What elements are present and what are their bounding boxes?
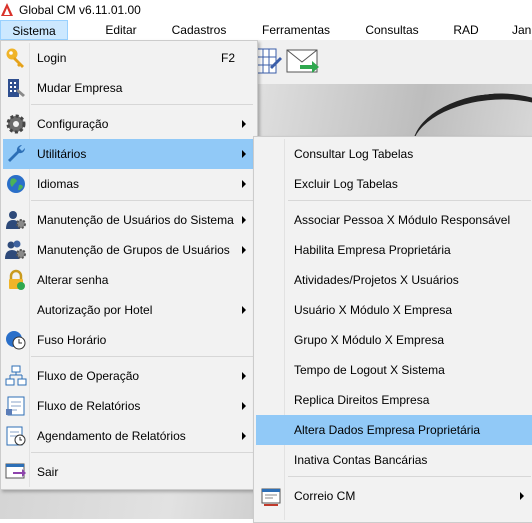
submenu-item-usuario-modulo-empresa[interactable]: Usuário X Módulo X Empresa xyxy=(256,295,532,325)
menu-bar: Sistema Editar Cadastros Ferramentas Con… xyxy=(0,20,532,40)
menu-item-label: Replica Direitos Empresa xyxy=(294,393,430,407)
users-gear-icon xyxy=(5,240,26,259)
utilitarios-submenu: Consultar Log Tabelas Excluir Log Tabela… xyxy=(253,136,532,523)
menu-item-label: Idiomas xyxy=(37,177,80,191)
menu-sistema[interactable]: Sistema xyxy=(0,20,68,40)
exit-icon xyxy=(5,463,26,479)
menu-consultas[interactable]: Consultas xyxy=(356,20,428,40)
report-schedule-icon xyxy=(6,426,26,446)
submenu-arrow-icon xyxy=(520,492,524,500)
menu-item-label: Usuário X Módulo X Empresa xyxy=(294,303,453,317)
menu-item-label: Mudar Empresa xyxy=(37,81,123,95)
menu-item-label: Tempo de Logout X Sistema xyxy=(294,363,445,377)
menu-item-login[interactable]: Login F2 xyxy=(3,43,255,73)
menu-item-label: Grupo X Módulo X Empresa xyxy=(294,333,445,347)
menu-item-label: Altera Dados Empresa Proprietária xyxy=(294,423,481,437)
clock-globe-icon xyxy=(6,331,26,350)
key-icon xyxy=(6,48,24,68)
submenu-arrow-icon xyxy=(242,180,246,188)
title-bar: Global CM v6.11.01.00 xyxy=(0,0,532,20)
globe-icon xyxy=(7,175,25,193)
submenu-item-habilita-empresa[interactable]: Habilita Empresa Proprietária xyxy=(256,235,532,265)
building-icon xyxy=(8,79,25,97)
menu-item-label: Atividades/Projetos X Usuários xyxy=(294,273,459,287)
menu-item-label: Fuso Horário xyxy=(37,333,107,347)
menu-separator xyxy=(288,200,531,201)
menu-item-label: Manutenção de Grupos de Usuários xyxy=(37,243,230,257)
menu-item-mudar-empresa[interactable]: Mudar Empresa xyxy=(3,73,255,103)
submenu-arrow-icon xyxy=(242,216,246,224)
submenu-item-atividades-projetos[interactable]: Atividades/Projetos X Usuários xyxy=(256,265,532,295)
submenu-arrow-icon xyxy=(242,372,246,380)
menu-editar[interactable]: Editar xyxy=(90,20,152,40)
menu-ferramentas[interactable]: Ferramentas xyxy=(252,20,340,40)
menu-item-label: Autorização por Hotel xyxy=(37,303,153,317)
app-icon xyxy=(1,3,13,16)
menu-separator xyxy=(288,476,531,477)
menu-item-label: Fluxo de Operação xyxy=(37,369,140,383)
submenu-arrow-icon xyxy=(242,150,246,158)
menu-item-fluxo-operacao[interactable]: Fluxo de Operação xyxy=(3,361,255,391)
menu-item-label: Fluxo de Relatórios xyxy=(37,399,141,413)
sistema-menu: Login F2 Mudar Empresa Configuração Util… xyxy=(0,40,258,490)
menu-item-manutencao-grupos[interactable]: Manutenção de Grupos de Usuários xyxy=(3,235,255,265)
menu-item-label: Login xyxy=(37,51,67,65)
menu-item-autorizacao-hotel[interactable]: Autorização por Hotel xyxy=(3,295,255,325)
user-gear-icon xyxy=(6,211,26,229)
wrench-icon xyxy=(8,144,26,162)
menu-item-label: Correio CM xyxy=(294,489,356,503)
submenu-arrow-icon xyxy=(242,432,246,440)
menu-item-agendamento-relatorios[interactable]: Agendamento de Relatórios xyxy=(3,421,255,451)
submenu-item-associar-pessoa-modulo[interactable]: Associar Pessoa X Módulo Responsável xyxy=(256,205,532,235)
menu-separator xyxy=(31,200,253,201)
report-flow-icon xyxy=(6,396,25,416)
submenu-arrow-icon xyxy=(242,402,246,410)
menu-item-label: Agendamento de Relatórios xyxy=(37,429,186,443)
menu-item-configuracao[interactable]: Configuração xyxy=(3,109,255,139)
submenu-item-consultar-log[interactable]: Consultar Log Tabelas xyxy=(256,139,532,169)
menu-separator xyxy=(31,452,253,453)
lock-icon xyxy=(9,269,25,290)
menu-item-label: Alterar senha xyxy=(37,273,109,287)
menu-item-fuso-horario[interactable]: Fuso Horário xyxy=(3,325,255,355)
menu-janela[interactable]: Jan xyxy=(512,20,532,40)
shortcut-label: F2 xyxy=(220,51,235,65)
menu-cadastros[interactable]: Cadastros xyxy=(162,20,236,40)
menu-item-label: Associar Pessoa X Módulo Responsável xyxy=(294,213,511,227)
submenu-item-correio-cm[interactable]: Correio CM xyxy=(256,481,532,511)
submenu-item-altera-dados-empresa[interactable]: Altera Dados Empresa Proprietária xyxy=(256,415,532,445)
menu-item-sair[interactable]: Sair xyxy=(3,457,255,487)
menu-item-label: Consultar Log Tabelas xyxy=(294,147,414,161)
menu-item-label: Configuração xyxy=(37,117,109,131)
menu-separator xyxy=(31,104,253,105)
send-mail-toolbar-button[interactable] xyxy=(286,45,320,77)
menu-item-label: Utilitários xyxy=(37,147,87,161)
submenu-item-tempo-logout[interactable]: Tempo de Logout X Sistema xyxy=(256,355,532,385)
submenu-item-grupo-modulo-empresa[interactable]: Grupo X Módulo X Empresa xyxy=(256,325,532,355)
mail-window-icon xyxy=(261,488,281,506)
submenu-arrow-icon xyxy=(242,120,246,128)
menu-item-fluxo-relatorios[interactable]: Fluxo de Relatórios xyxy=(3,391,255,421)
gear-icon xyxy=(6,114,26,134)
menu-item-label: Inativa Contas Bancárias xyxy=(294,453,428,467)
window-title: Global CM v6.11.01.00 xyxy=(19,3,141,17)
menu-item-alterar-senha[interactable]: Alterar senha xyxy=(3,265,255,295)
menu-rad[interactable]: RAD xyxy=(448,20,484,40)
submenu-arrow-icon xyxy=(242,306,246,314)
report-grid-toolbar-button[interactable] xyxy=(254,45,284,77)
submenu-item-replica-direitos[interactable]: Replica Direitos Empresa xyxy=(256,385,532,415)
menu-item-label: Habilita Empresa Proprietária xyxy=(294,243,451,257)
menu-item-idiomas[interactable]: Idiomas xyxy=(3,169,255,199)
menu-item-utilitarios[interactable]: Utilitários xyxy=(3,139,255,169)
submenu-item-excluir-log[interactable]: Excluir Log Tabelas xyxy=(256,169,532,199)
submenu-arrow-icon xyxy=(242,246,246,254)
menu-item-label: Excluir Log Tabelas xyxy=(294,177,398,191)
menu-item-label: Sair xyxy=(37,465,59,479)
flowchart-icon xyxy=(5,365,27,386)
submenu-item-inativa-contas[interactable]: Inativa Contas Bancárias xyxy=(256,445,532,475)
menu-separator xyxy=(31,356,253,357)
menu-item-manutencao-usuarios[interactable]: Manutenção de Usuários do Sistema xyxy=(3,205,255,235)
menu-item-label: Manutenção de Usuários do Sistema xyxy=(37,213,234,227)
